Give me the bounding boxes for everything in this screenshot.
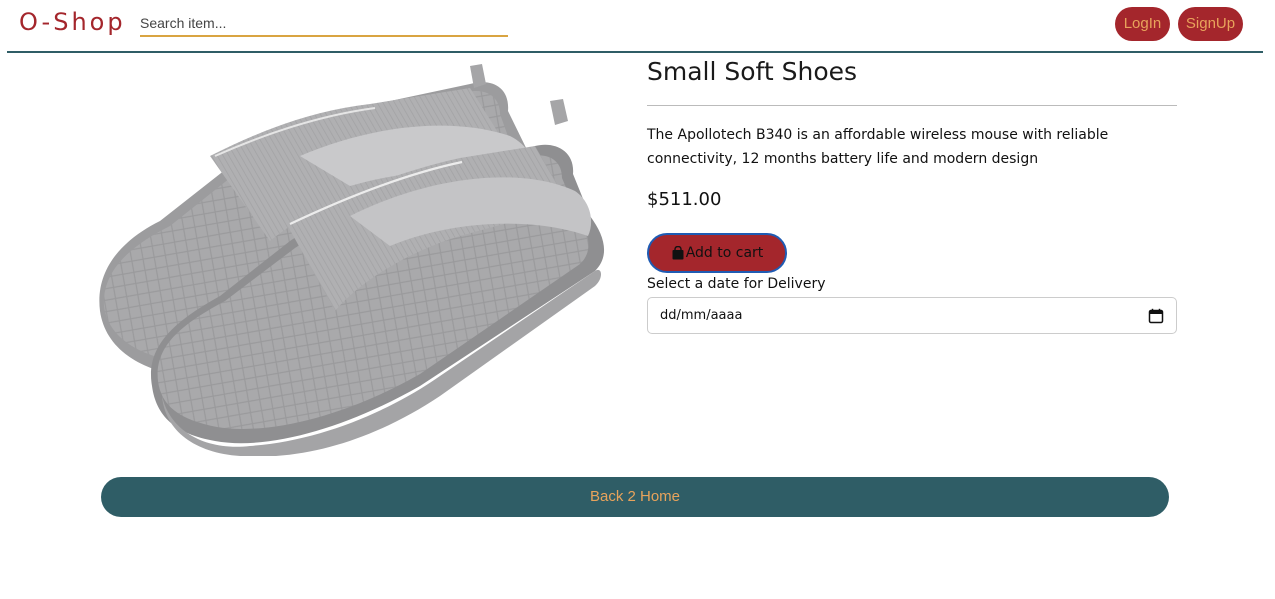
login-button[interactable]: LogIn xyxy=(1115,7,1170,41)
back-home-button[interactable]: Back 2 Home xyxy=(101,477,1169,517)
signup-button[interactable]: SignUp xyxy=(1178,7,1243,41)
add-to-cart-button[interactable]: Add to cart xyxy=(647,233,787,273)
delivery-date-label: Select a date for Delivery xyxy=(647,276,826,292)
date-placeholder: dd/mm/aaaa xyxy=(660,308,743,323)
brand-logo[interactable]: O-Shop xyxy=(19,8,126,36)
add-to-cart-label: Add to cart xyxy=(685,245,764,261)
product-image xyxy=(90,56,625,457)
product-title: Small Soft Shoes xyxy=(647,57,858,86)
title-divider xyxy=(647,105,1177,106)
search-input[interactable] xyxy=(140,11,508,37)
shopping-bag-icon xyxy=(672,246,684,260)
product-description: The Apollotech B340 is an affordable wir… xyxy=(647,127,1109,167)
shoe-image xyxy=(99,64,605,457)
delivery-date-input[interactable]: dd/mm/aaaa xyxy=(647,297,1177,334)
product-price: $511.00 xyxy=(647,189,722,210)
calendar-icon[interactable] xyxy=(1148,308,1164,324)
navbar: O-Shop LogIn SignUp xyxy=(7,0,1263,53)
